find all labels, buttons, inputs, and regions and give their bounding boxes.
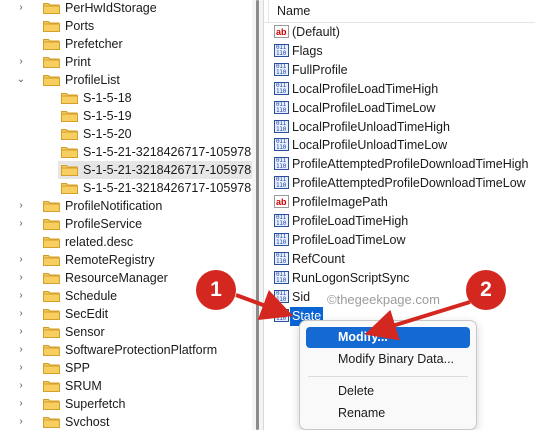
arrow-1 <box>235 290 294 321</box>
step-badge-2: 2 <box>466 270 506 310</box>
arrow-2 <box>364 300 471 341</box>
annotation-arrows <box>235 290 471 341</box>
step-badge-1: 1 <box>196 270 236 310</box>
